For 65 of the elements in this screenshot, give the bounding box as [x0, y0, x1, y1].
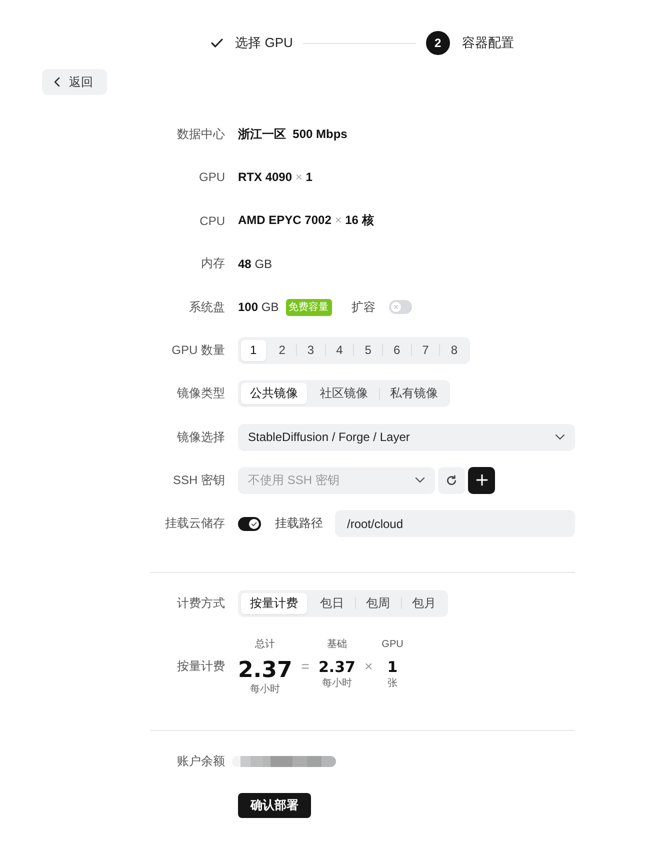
option-label: 挂载路径: [275, 515, 323, 532]
field-label: 按量计费: [176, 658, 225, 676]
field-label: GPU 数量: [170, 342, 225, 359]
field-label: 挂载云储存: [164, 515, 225, 532]
price-caption: GPU: [382, 638, 404, 651]
price-unit: 每小时: [250, 682, 280, 696]
step-number: 2: [426, 31, 450, 55]
cross-icon: [390, 302, 401, 312]
step-label: 容器配置: [462, 34, 514, 52]
chevron-left-icon: [54, 77, 60, 87]
segment-option[interactable]: 包月: [403, 592, 445, 614]
segment-option[interactable]: 7: [413, 340, 438, 361]
field-label: SSH 密钥: [172, 472, 225, 489]
price-value: 2.37: [318, 656, 356, 677]
segment-option[interactable]: 5: [356, 340, 380, 361]
field-label: 镜像选择: [176, 428, 225, 446]
field-value: AMD EPYC 7002 × 16 核: [238, 212, 374, 230]
option-label: 扩容: [352, 298, 376, 316]
segment-option[interactable]: 社区镜像: [311, 383, 377, 404]
segment-option[interactable]: 私有镜像: [381, 383, 447, 404]
segment-option[interactable]: 按量计费: [241, 592, 307, 614]
segment-option[interactable]: 公共镜像: [241, 383, 307, 404]
segment-option[interactable]: 8: [442, 340, 466, 361]
price-value: 2.37: [238, 658, 292, 683]
segment-option[interactable]: 2: [270, 340, 294, 361]
chevron-down-icon: [415, 477, 425, 484]
toggle-switch[interactable]: [238, 516, 261, 531]
add-button[interactable]: [468, 466, 495, 494]
price-unit: 张: [388, 676, 398, 690]
field-label: 计费方式: [176, 594, 225, 612]
field-label: 账户余额: [176, 753, 225, 770]
refresh-icon: [446, 474, 457, 486]
operator-sign: ×: [364, 658, 373, 674]
segment-option[interactable]: 包日: [311, 592, 353, 614]
segment-option[interactable]: 3: [298, 340, 324, 361]
field-value: 48 GB: [238, 256, 272, 271]
field-value: RTX 4090 × 1: [238, 170, 312, 184]
field-label: 系统盘: [188, 298, 225, 316]
price-caption: 基础: [326, 638, 347, 651]
segment-option[interactable]: 4: [327, 340, 352, 361]
price-caption: 总计: [255, 638, 276, 651]
price-unit: 每小时: [322, 676, 352, 690]
field-value: 浙江一区 500 Mbps: [238, 126, 348, 142]
field-value: 100 GB: [238, 300, 279, 314]
free-quota-tag: 免费容量: [286, 298, 332, 316]
refresh-button[interactable]: [438, 466, 465, 494]
path-input[interactable]: /root/cloud: [335, 510, 575, 538]
plus-icon: [476, 474, 488, 486]
toggle-switch[interactable]: [388, 300, 412, 314]
check-icon: [249, 518, 259, 529]
deploy-button[interactable]: 确认部署: [238, 792, 311, 818]
step-label: 选择 GPU: [235, 34, 293, 52]
back-button[interactable]: 返回: [42, 69, 107, 95]
field-label: CPU: [198, 214, 225, 228]
field-label: 内存: [200, 255, 225, 272]
dropdown-select[interactable]: StableDiffusion / Forge / Layer: [238, 424, 575, 451]
field-label: GPU: [198, 170, 225, 184]
segment-option[interactable]: 1: [241, 340, 266, 361]
segment-option[interactable]: 包周: [357, 592, 399, 614]
price-value: 1: [387, 656, 398, 677]
chevron-down-icon: [555, 434, 565, 440]
operator-sign: =: [301, 658, 310, 674]
field-label: 数据中心: [176, 126, 225, 142]
segment-option[interactable]: 6: [384, 340, 410, 361]
field-label: 镜像类型: [176, 385, 225, 402]
